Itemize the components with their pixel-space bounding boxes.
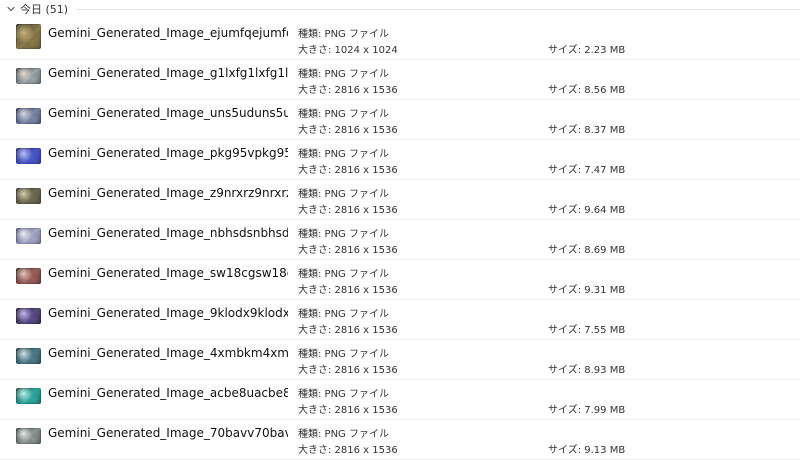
file-row[interactable]: Gemini_Generated_Image_9klodx9klodx9kl..… <box>0 300 800 340</box>
file-name: Gemini_Generated_Image_g1lxfg1lxfg1lxfg.… <box>48 66 288 80</box>
group-divider <box>76 8 800 10</box>
file-name: Gemini_Generated_Image_9klodx9klodx9kl..… <box>48 306 288 320</box>
file-row[interactable]: Gemini_Generated_Image_acbe8uacbe8uac...… <box>0 380 800 420</box>
file-name: Gemini_Generated_Image_sw18cgsw18cgs... <box>48 266 288 280</box>
file-name: Gemini_Generated_Image_70bavv70bavv70... <box>48 426 288 440</box>
file-row[interactable]: Gemini_Generated_Image_70bavv70bavv70...… <box>0 420 800 460</box>
file-kind: 種類: PNG ファイル <box>298 229 389 240</box>
file-size: サイズ: 8.93 MB <box>548 365 626 376</box>
file-list: Gemini_Generated_Image_ejumfqejumfqeju..… <box>0 20 800 460</box>
file-kind: 種類: PNG ファイル <box>298 269 389 280</box>
file-size: サイズ: 7.99 MB <box>548 405 626 416</box>
image-thumbnail <box>16 68 41 84</box>
file-kind: 種類: PNG ファイル <box>298 29 389 40</box>
file-name: Gemini_Generated_Image_uns5uduns5udun... <box>48 106 288 120</box>
file-size: サイズ: 9.64 MB <box>548 205 626 216</box>
file-dimensions: 大きさ: 2816 x 1536 <box>298 125 398 136</box>
image-thumbnail <box>16 268 41 284</box>
image-thumbnail <box>16 428 41 444</box>
file-dimensions: 大きさ: 1024 x 1024 <box>298 45 398 56</box>
file-size: サイズ: 2.23 MB <box>548 45 626 56</box>
file-size: サイズ: 7.55 MB <box>548 325 626 336</box>
file-kind: 種類: PNG ファイル <box>298 69 389 80</box>
image-thumbnail <box>16 388 41 404</box>
file-dimensions: 大きさ: 2816 x 1536 <box>298 245 398 256</box>
file-row[interactable]: Gemini_Generated_Image_uns5uduns5udun...… <box>0 100 800 140</box>
file-size: サイズ: 9.13 MB <box>548 445 626 456</box>
file-kind: 種類: PNG ファイル <box>298 189 389 200</box>
file-size: サイズ: 9.31 MB <box>548 285 626 296</box>
file-dimensions: 大きさ: 2816 x 1536 <box>298 445 398 456</box>
file-name: Gemini_Generated_Image_pkg95vpkg95vp... <box>48 146 288 160</box>
file-size: サイズ: 8.37 MB <box>548 125 626 136</box>
image-thumbnail <box>16 308 41 324</box>
file-dimensions: 大きさ: 2816 x 1536 <box>298 325 398 336</box>
image-thumbnail <box>16 228 41 244</box>
file-row[interactable]: Gemini_Generated_Image_z9nrxrz9nrxrz9nr.… <box>0 180 800 220</box>
file-row[interactable]: Gemini_Generated_Image_4xmbkm4xmbk... 種類… <box>0 340 800 380</box>
image-thumbnail <box>16 108 41 124</box>
file-kind: 種類: PNG ファイル <box>298 429 389 440</box>
file-name: Gemini_Generated_Image_z9nrxrz9nrxrz9nr.… <box>48 186 288 200</box>
file-size: サイズ: 8.69 MB <box>548 245 626 256</box>
chevron-down-icon[interactable] <box>4 2 18 16</box>
file-name: Gemini_Generated_Image_4xmbkm4xmbk... <box>48 346 288 360</box>
group-header[interactable]: 今日 (51) <box>0 0 800 18</box>
image-thumbnail <box>16 24 41 49</box>
image-thumbnail <box>16 348 41 364</box>
file-row[interactable]: Gemini_Generated_Image_g1lxfg1lxfg1lxfg.… <box>0 60 800 100</box>
file-dimensions: 大きさ: 2816 x 1536 <box>298 85 398 96</box>
file-kind: 種類: PNG ファイル <box>298 149 389 160</box>
file-dimensions: 大きさ: 2816 x 1536 <box>298 165 398 176</box>
file-row[interactable]: Gemini_Generated_Image_sw18cgsw18cgs... … <box>0 260 800 300</box>
file-size: サイズ: 7.47 MB <box>548 165 626 176</box>
file-name: Gemini_Generated_Image_acbe8uacbe8uac... <box>48 386 288 400</box>
file-row[interactable]: Gemini_Generated_Image_nbhsdsnbhsdsnb...… <box>0 220 800 260</box>
file-dimensions: 大きさ: 2816 x 1536 <box>298 405 398 416</box>
file-dimensions: 大きさ: 2816 x 1536 <box>298 285 398 296</box>
file-name: Gemini_Generated_Image_nbhsdsnbhsdsnb... <box>48 226 288 240</box>
file-row[interactable]: Gemini_Generated_Image_ejumfqejumfqeju..… <box>0 20 800 60</box>
file-dimensions: 大きさ: 2816 x 1536 <box>298 365 398 376</box>
file-kind: 種類: PNG ファイル <box>298 309 389 320</box>
file-size: サイズ: 8.56 MB <box>548 85 626 96</box>
file-name: Gemini_Generated_Image_ejumfqejumfqeju..… <box>48 26 288 40</box>
file-kind: 種類: PNG ファイル <box>298 349 389 360</box>
file-kind: 種類: PNG ファイル <box>298 389 389 400</box>
file-kind: 種類: PNG ファイル <box>298 109 389 120</box>
image-thumbnail <box>16 148 41 164</box>
group-title: 今日 (51) <box>20 3 69 16</box>
file-dimensions: 大きさ: 2816 x 1536 <box>298 205 398 216</box>
image-thumbnail <box>16 188 41 204</box>
file-row[interactable]: Gemini_Generated_Image_pkg95vpkg95vp... … <box>0 140 800 180</box>
